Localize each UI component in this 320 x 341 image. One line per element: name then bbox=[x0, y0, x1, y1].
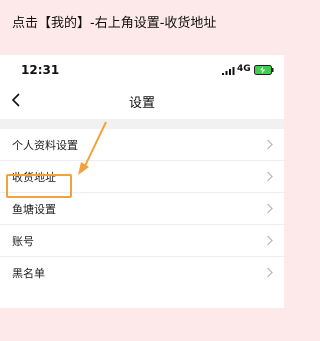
highlight-box bbox=[6, 174, 72, 198]
settings-item-label: 鱼塘设置 bbox=[12, 203, 56, 216]
instruction-text: 点击【我的】-右上角设置-收货地址 bbox=[12, 16, 217, 31]
chevron-right-icon bbox=[267, 267, 273, 278]
chevron-right-icon bbox=[267, 171, 273, 182]
settings-item-blacklist[interactable]: 黑名单 bbox=[0, 257, 284, 288]
settings-item-account[interactable]: 账号 bbox=[0, 225, 284, 257]
settings-item-label: 黑名单 bbox=[12, 267, 45, 280]
battery-icon bbox=[254, 65, 274, 75]
pointer-arrow-icon bbox=[78, 121, 107, 175]
settings-item-label: 账号 bbox=[12, 235, 34, 248]
status-time: 12:31 bbox=[21, 63, 60, 77]
nav-bar: 设置 bbox=[0, 85, 284, 115]
section-divider bbox=[0, 119, 284, 129]
settings-item-label: 个人资料设置 bbox=[12, 139, 78, 152]
chevron-right-icon bbox=[267, 139, 273, 150]
network-type: 4G bbox=[237, 64, 251, 74]
settings-list: 个人资料设置 收货地址 鱼塘设置 账号 黑名单 bbox=[0, 129, 284, 288]
chevron-right-icon bbox=[267, 203, 273, 214]
settings-item-profile[interactable]: 个人资料设置 bbox=[0, 129, 284, 161]
page-title: 设置 bbox=[128, 96, 155, 111]
chevron-right-icon bbox=[267, 235, 273, 246]
signal-icon bbox=[222, 67, 235, 75]
status-bar: 12:31 4G bbox=[0, 55, 284, 85]
